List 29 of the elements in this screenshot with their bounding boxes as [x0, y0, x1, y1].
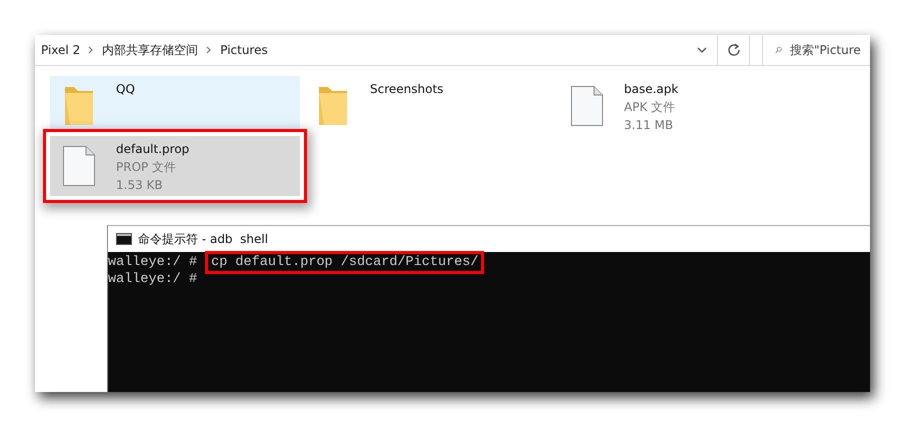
breadcrumb-item[interactable]: Pictures	[220, 43, 268, 57]
file-icon	[570, 85, 604, 127]
file-icon	[62, 145, 96, 187]
refresh-icon	[726, 43, 740, 57]
breadcrumb-item[interactable]: Pixel 2	[41, 43, 80, 57]
file-item[interactable]: Screenshots	[304, 76, 554, 136]
folder-icon	[316, 85, 350, 127]
folder-icon	[62, 85, 96, 127]
prompt-text: walleye:/ #	[108, 254, 198, 271]
prompt-text: walleye:/ #	[108, 271, 198, 288]
file-item[interactable]: base.apk APK 文件 3.11 MB	[558, 76, 808, 136]
terminal-icon	[116, 233, 132, 245]
file-name: default.prop	[116, 141, 190, 158]
chevron-right-icon	[88, 46, 94, 54]
file-type: APK 文件	[624, 99, 676, 116]
chevron-right-icon	[206, 46, 212, 54]
file-item[interactable]: default.prop PROP 文件 1.53 KB	[50, 136, 300, 196]
breadcrumb-item[interactable]: 内部共享存储空间	[102, 42, 198, 58]
search-field[interactable]: 搜索"Picture	[762, 35, 870, 65]
file-type: PROP 文件	[116, 159, 178, 176]
file-name: base.apk	[624, 81, 678, 98]
file-name: QQ	[116, 81, 135, 98]
file-size: 3.11 MB	[624, 117, 674, 134]
chevron-down-icon[interactable]	[697, 47, 707, 53]
file-size: 1.53 KB	[116, 177, 164, 194]
command-text: cp default.prop /sdcard/Pictures/	[205, 251, 484, 274]
refresh-button[interactable]	[718, 35, 750, 65]
file-name: Screenshots	[370, 81, 444, 98]
window-title: 命令提示符 - adb shell	[138, 230, 268, 248]
